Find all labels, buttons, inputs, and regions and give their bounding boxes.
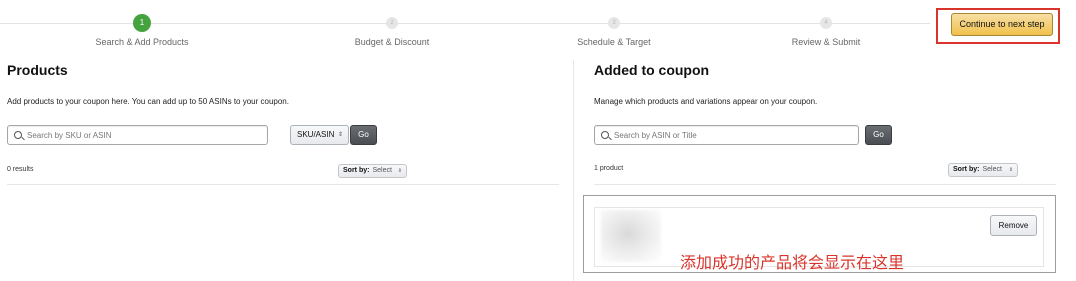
step-number-circle: 3 bbox=[608, 17, 620, 29]
product-thumbnail bbox=[601, 210, 661, 262]
products-search-input[interactable] bbox=[27, 129, 262, 142]
step-budget-discount: 2 Budget & Discount bbox=[292, 14, 492, 47]
coupon-description: Manage which products and variations app… bbox=[594, 97, 818, 106]
products-description: Add products to your coupon here. You ca… bbox=[7, 97, 289, 106]
step-label: Budget & Discount bbox=[354, 37, 430, 47]
step-search-add-products: 1 Search & Add Products bbox=[42, 14, 242, 47]
panel-divider bbox=[573, 60, 574, 281]
coupon-sort-select[interactable]: Sort by: Select ⇕ bbox=[948, 163, 1018, 177]
select-arrows-icon: ⇕ bbox=[337, 132, 343, 138]
sort-label: Sort by: bbox=[343, 167, 370, 174]
step-number-circle: 1 bbox=[133, 14, 151, 32]
sort-arrows-icon: ⇕ bbox=[397, 168, 402, 174]
sort-arrows-icon: ⇕ bbox=[1008, 167, 1013, 173]
progress-stepper: 1 Search & Add Products 2 Budget & Disco… bbox=[0, 0, 930, 52]
coupon-creation-page: 1 Search & Add Products 2 Budget & Disco… bbox=[0, 0, 1076, 281]
added-to-coupon-title: Added to coupon bbox=[594, 62, 710, 78]
coupon-divider bbox=[594, 184, 1056, 185]
step-label: Schedule & Target bbox=[577, 37, 651, 47]
step-schedule-target: 3 Schedule & Target bbox=[514, 14, 714, 47]
products-title: Products bbox=[7, 62, 68, 78]
products-divider bbox=[7, 184, 559, 185]
coupon-search-box bbox=[594, 125, 859, 145]
annotation-text: 添加成功的产品将会显示在这里 bbox=[680, 253, 905, 272]
continue-to-next-step-button[interactable]: Continue to next step bbox=[951, 13, 1053, 36]
step-number-circle: 4 bbox=[820, 17, 832, 29]
search-icon bbox=[601, 131, 609, 139]
search-icon bbox=[14, 131, 22, 139]
sort-label: Sort by: bbox=[953, 166, 980, 173]
products-results-count: 0 results bbox=[7, 166, 34, 173]
products-go-button[interactable]: Go bbox=[350, 125, 377, 145]
coupon-go-button[interactable]: Go bbox=[865, 125, 892, 145]
products-sort-select[interactable]: Sort by: Select ⇕ bbox=[338, 164, 407, 178]
search-type-value: SKU/ASIN bbox=[297, 130, 335, 139]
products-search-box bbox=[7, 125, 268, 145]
step-review-submit: 4 Review & Submit bbox=[726, 14, 926, 47]
remove-product-button[interactable]: Remove bbox=[990, 215, 1037, 236]
sort-value: Select bbox=[982, 166, 1002, 173]
coupon-results-count: 1 product bbox=[594, 165, 624, 172]
sort-value: Select bbox=[372, 167, 392, 174]
search-type-select[interactable]: SKU/ASIN ⇕ bbox=[290, 125, 349, 145]
step-label: Search & Add Products bbox=[95, 37, 189, 47]
coupon-search-input[interactable] bbox=[614, 129, 853, 142]
step-number-circle: 2 bbox=[386, 17, 398, 29]
step-label: Review & Submit bbox=[791, 37, 861, 47]
